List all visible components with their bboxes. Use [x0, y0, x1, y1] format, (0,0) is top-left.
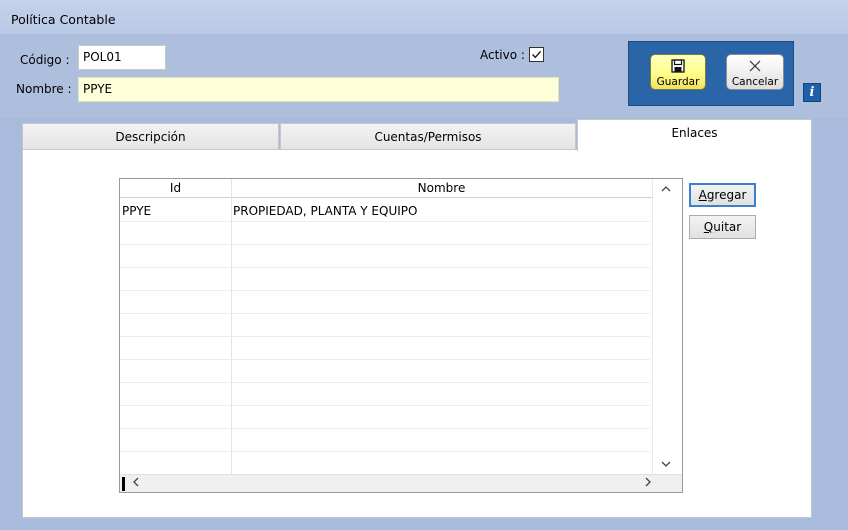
cell-id: PPYE	[122, 204, 152, 218]
cancelar-button[interactable]: Cancelar	[726, 54, 784, 90]
scroll-up-icon[interactable]	[661, 182, 671, 196]
tab-descripcion[interactable]: Descripción	[22, 123, 279, 150]
activo-label: Activo :	[480, 48, 525, 62]
enlaces-grid[interactable]: Id Nombre PPYE PROPIEDAD, PLANTA Y EQUIP…	[119, 178, 683, 493]
table-row[interactable]	[120, 314, 650, 337]
nombre-field[interactable]: PPYE	[78, 77, 559, 102]
horizontal-scrollbar[interactable]	[120, 474, 682, 492]
tab-cuentas-permisos[interactable]: Cuentas/Permisos	[280, 123, 576, 150]
scroll-down-icon[interactable]	[661, 457, 671, 471]
scroll-left-icon[interactable]	[132, 476, 140, 492]
table-row[interactable]	[120, 452, 650, 475]
scroll-right-icon[interactable]	[644, 476, 652, 492]
table-row[interactable]	[120, 360, 650, 383]
table-row[interactable]	[120, 291, 650, 314]
guardar-label: Guardar	[656, 76, 700, 88]
table-row[interactable]	[120, 383, 650, 406]
info-icon[interactable]: i	[803, 83, 821, 102]
agregar-mnemonic: A	[698, 188, 707, 202]
x-cross-icon	[748, 59, 762, 76]
agregar-button[interactable]: Agregar	[689, 183, 756, 207]
table-row[interactable]	[120, 245, 650, 268]
column-header-id[interactable]: Id	[120, 181, 231, 195]
vertical-scrollbar[interactable]	[652, 179, 682, 474]
table-row[interactable]	[120, 337, 650, 360]
table-row[interactable]: PPYE PROPIEDAD, PLANTA Y EQUIPO	[120, 199, 650, 222]
checkmark-icon	[532, 50, 542, 59]
codigo-field[interactable]: POL01	[78, 45, 166, 70]
window-title: Política Contable	[11, 12, 116, 27]
agregar-label: gregar	[706, 188, 747, 202]
action-button-panel: Guardar Cancelar	[628, 41, 794, 106]
table-row[interactable]	[120, 429, 650, 452]
quitar-button[interactable]: Quitar	[689, 215, 756, 239]
title-bar: Política Contable	[0, 0, 848, 34]
activo-checkbox[interactable]	[529, 47, 544, 62]
codigo-label: Código :	[20, 53, 70, 67]
column-header-nombre[interactable]: Nombre	[231, 181, 652, 195]
cancelar-label: Cancelar	[731, 76, 779, 88]
cell-nombre: PROPIEDAD, PLANTA Y EQUIPO	[233, 204, 418, 218]
floppy-disk-icon	[671, 59, 685, 76]
table-row[interactable]	[120, 406, 650, 429]
nombre-label: Nombre :	[16, 82, 72, 96]
scroll-position-marker	[122, 477, 125, 491]
quitar-label: uitar	[713, 220, 742, 234]
guardar-button[interactable]: Guardar	[650, 54, 706, 90]
grid-header: Id Nombre	[120, 179, 652, 198]
table-row[interactable]	[120, 268, 650, 291]
table-row[interactable]	[120, 222, 650, 245]
quitar-mnemonic: Q	[703, 220, 714, 234]
tab-enlaces[interactable]: Enlaces	[577, 119, 812, 151]
